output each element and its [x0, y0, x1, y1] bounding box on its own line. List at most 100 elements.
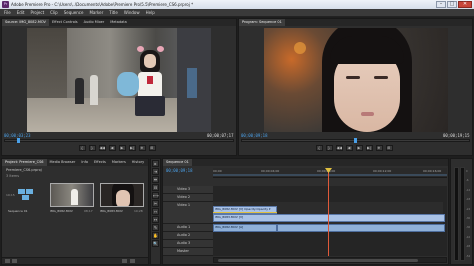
- maximize-button[interactable]: □: [447, 1, 457, 8]
- program-playhead[interactable]: [354, 138, 357, 143]
- tab-source[interactable]: Source: IMG_8082.MOV: [2, 19, 49, 26]
- project-item[interactable]: IMG_8082.MOV 08;17: [50, 183, 96, 219]
- step-back-button[interactable]: ◀: [108, 145, 116, 151]
- program-monitor-panel: Program: Sequence 01 00;00;09;18 00;00;1…: [238, 18, 473, 156]
- go-to-in-button[interactable]: ◀◀: [98, 145, 106, 151]
- mark-out-button[interactable]: }: [325, 145, 333, 151]
- eye-left: [346, 76, 360, 79]
- program-video-frame[interactable]: [264, 28, 448, 132]
- audio-meter-left: [454, 167, 459, 261]
- lips: [361, 112, 374, 116]
- timeline-scrollbar[interactable]: [213, 257, 447, 263]
- extract-button[interactable]: ⊞: [385, 145, 393, 151]
- timeline-scroll-thumb[interactable]: [218, 259, 418, 262]
- rolling-edit-tool-icon[interactable]: ⊟: [152, 184, 159, 191]
- list-view-icon[interactable]: [5, 259, 10, 263]
- track-header-master[interactable]: Master: [163, 248, 213, 256]
- pedestrian-figure: [75, 78, 84, 104]
- play-button[interactable]: ▶: [118, 145, 126, 151]
- source-playhead[interactable]: [17, 138, 20, 143]
- track-header-video-3[interactable]: Video 3: [163, 186, 213, 194]
- ruler-label: 00;00;16;00: [423, 169, 442, 173]
- mark-in-button[interactable]: {: [315, 145, 323, 151]
- girl-face: [144, 54, 156, 68]
- new-item-icon[interactable]: [122, 259, 127, 263]
- program-timecode-current[interactable]: 00;00;09;18: [241, 133, 268, 138]
- play-button[interactable]: ▶: [355, 145, 363, 151]
- slide-tool-icon[interactable]: ↔: [152, 216, 159, 223]
- zoom-tool-icon[interactable]: 🔍: [152, 240, 159, 247]
- work-area-bar[interactable]: [213, 174, 447, 176]
- pen-tool-icon[interactable]: ✎: [152, 224, 159, 231]
- opacity-rubberband[interactable]: [213, 212, 277, 213]
- overwrite-button[interactable]: ⊞: [148, 145, 156, 151]
- tab-sequence-01[interactable]: Sequence 01: [163, 159, 192, 166]
- source-video-frame[interactable]: [27, 28, 211, 132]
- audio-clip[interactable]: IMG_8082.MOV [A]: [213, 224, 277, 232]
- menu-project[interactable]: Project: [30, 9, 44, 16]
- close-button[interactable]: ✕: [458, 1, 472, 8]
- mark-out-button[interactable]: }: [88, 145, 96, 151]
- project-item[interactable]: IMG_8083.MOV 10;28: [100, 183, 146, 219]
- meter-scale: 0 -6 -12 -18 -24 -30 -36 -42 -48 -54: [466, 170, 471, 258]
- rate-stretch-tool-icon[interactable]: ⟷: [152, 192, 159, 199]
- ripple-edit-tool-icon[interactable]: ⇹: [152, 176, 159, 183]
- project-item[interactable]: Sequence 01: [6, 183, 46, 219]
- project-item-name: IMG_8083.MOV: [100, 209, 123, 213]
- project-panel-tabs: Project: Premiere_CS6 Media Browser Info…: [2, 159, 148, 166]
- tab-info[interactable]: Info: [78, 159, 91, 166]
- project-panel: Project: Premiere_CS6 Media Browser Info…: [1, 158, 149, 265]
- selection-tool-icon[interactable]: ▸: [152, 160, 159, 167]
- audio-clip[interactable]: [277, 224, 445, 232]
- video-clip[interactable]: IMG_8083.MOV [V]: [213, 214, 445, 222]
- menu-marker[interactable]: Marker: [89, 9, 103, 16]
- track-header-video-2[interactable]: Video 2: [163, 194, 213, 202]
- hand-tool-icon[interactable]: ✋: [152, 232, 159, 239]
- track-header-audio-1[interactable]: Audio 1: [163, 224, 213, 232]
- source-transport-controls: { } ◀◀ ◀ ▶ ▶| ⊕ ⊞: [42, 145, 192, 151]
- track-header-video-1[interactable]: Video 1: [163, 202, 213, 224]
- project-item-duration: 08;17: [84, 209, 93, 213]
- hair-bow-left: [137, 46, 144, 52]
- track-header-audio-2[interactable]: Audio 2: [163, 232, 213, 240]
- timeline-playhead-line[interactable]: [328, 168, 329, 256]
- step-forward-button[interactable]: ▶|: [365, 145, 373, 151]
- insert-button[interactable]: ⊕: [138, 145, 146, 151]
- minimize-button[interactable]: –: [436, 1, 446, 8]
- menu-help[interactable]: Help: [146, 9, 155, 16]
- menu-edit[interactable]: Edit: [17, 9, 25, 16]
- menu-clip[interactable]: Clip: [50, 9, 58, 16]
- source-scrubber[interactable]: [4, 138, 234, 143]
- tab-history[interactable]: History: [129, 159, 147, 166]
- tab-metadata[interactable]: Metadata: [107, 19, 130, 26]
- window-titlebar: Adobe Premiere Pro - C:\Users\..\Documen…: [0, 0, 474, 9]
- lift-button[interactable]: ⊕: [375, 145, 383, 151]
- project-panel-footer: [2, 257, 148, 264]
- step-forward-button[interactable]: ▶|: [128, 145, 136, 151]
- track-area[interactable]: IMG_8082.MOV [V] Opacity:Opacity ▾ IMG_8…: [213, 186, 447, 256]
- sequence-icon: [18, 189, 34, 203]
- tab-audio-mixer[interactable]: Audio Mixer: [81, 19, 108, 26]
- step-back-button[interactable]: ◀: [345, 145, 353, 151]
- timeline-timecode[interactable]: 00;00;09;18: [166, 168, 193, 173]
- menu-file[interactable]: File: [4, 9, 11, 16]
- program-scrubber[interactable]: [241, 138, 470, 143]
- track-header-audio-3[interactable]: Audio 3: [163, 240, 213, 248]
- menu-sequence[interactable]: Sequence: [64, 9, 84, 16]
- tab-effect-controls[interactable]: Effect Controls: [49, 19, 81, 26]
- tab-program[interactable]: Program: Sequence 01: [239, 19, 285, 26]
- icon-view-icon[interactable]: [12, 259, 17, 263]
- menu-window[interactable]: Window: [124, 9, 140, 16]
- timeline-panel: Sequence 01 00;00;09;18 00;00 00;00;04;0…: [162, 158, 449, 265]
- go-to-in-button[interactable]: ◀◀: [335, 145, 343, 151]
- tab-project[interactable]: Project: Premiere_CS6: [2, 159, 47, 166]
- track-select-tool-icon[interactable]: ⇥: [152, 168, 159, 175]
- mark-in-button[interactable]: {: [78, 145, 86, 151]
- tab-media-browser[interactable]: Media Browser: [47, 159, 79, 166]
- tab-effects[interactable]: Effects: [91, 159, 109, 166]
- menu-title[interactable]: Title: [109, 9, 118, 16]
- slip-tool-icon[interactable]: ⇿: [152, 208, 159, 215]
- tab-markers[interactable]: Markers: [109, 159, 129, 166]
- razor-tool-icon[interactable]: ✂: [152, 200, 159, 207]
- trash-icon[interactable]: [130, 259, 135, 263]
